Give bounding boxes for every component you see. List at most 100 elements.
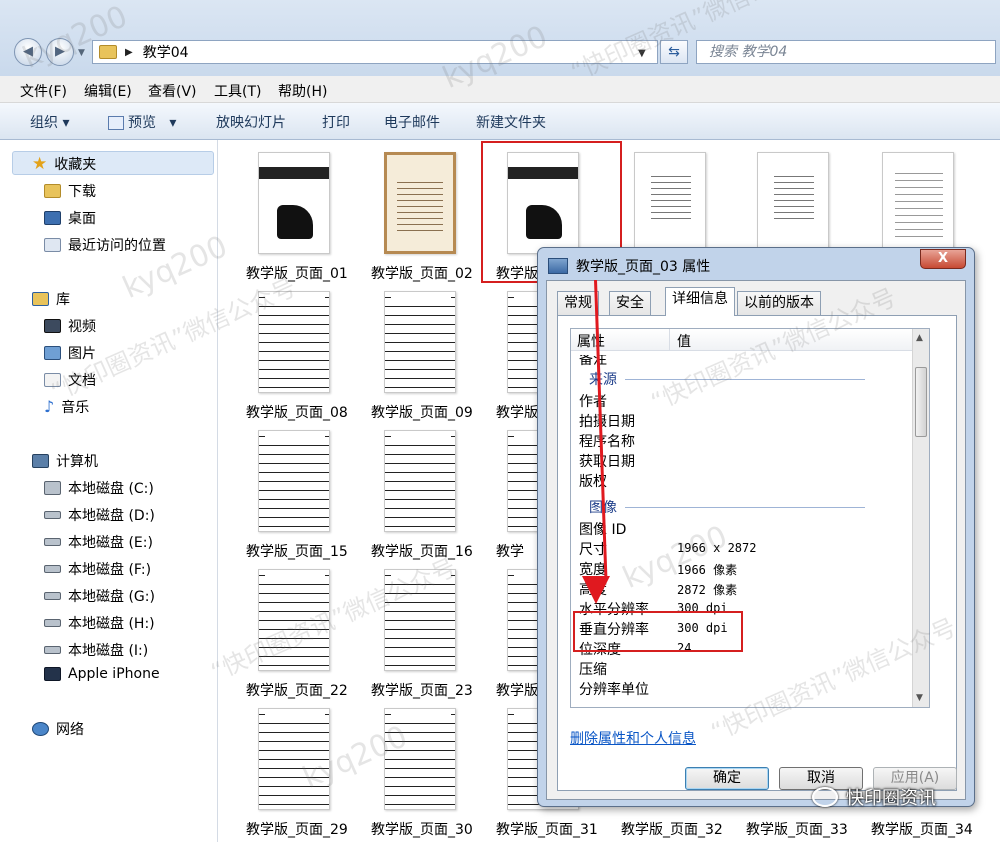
- file-name[interactable]: 教学版_页面_08: [246, 402, 348, 422]
- nav-computer[interactable]: 计算机: [32, 451, 98, 471]
- section-origin: 来源: [589, 369, 865, 389]
- pictures-icon: [44, 346, 61, 360]
- file-name[interactable]: 教学版_页面_02: [371, 263, 473, 283]
- nav-pictures[interactable]: 图片: [44, 343, 96, 363]
- file-name[interactable]: 教学版_页面_16: [371, 541, 473, 561]
- column-value[interactable]: 值: [677, 331, 691, 351]
- file-thumbnail[interactable]: [384, 430, 456, 532]
- scrollbar-thumb[interactable]: [915, 367, 927, 437]
- file-thumbnail[interactable]: [258, 569, 330, 671]
- file-thumbnail[interactable]: [757, 152, 829, 254]
- menu-edit[interactable]: 编辑(E): [84, 81, 132, 101]
- file-thumbnail[interactable]: [258, 430, 330, 532]
- dialog-title: 教学版_页面_03 属性: [576, 259, 711, 275]
- nav-music[interactable]: ♪ 音乐: [44, 397, 89, 417]
- search-input[interactable]: 搜索 教学04: [696, 40, 996, 64]
- file-name[interactable]: 教学版_页面_34: [871, 819, 973, 839]
- address-dropdown-icon[interactable]: ▼: [638, 48, 646, 59]
- nav-drive-f[interactable]: 本地磁盘 (F:): [44, 559, 151, 579]
- section-origin-label: 来源: [589, 372, 617, 388]
- property-row: 获取日期: [579, 454, 635, 470]
- file-name[interactable]: 教学版: [496, 402, 538, 422]
- nav-downloads[interactable]: 下载: [44, 181, 96, 201]
- tab-security[interactable]: 安全: [609, 291, 651, 315]
- chevron-right-icon[interactable]: ▶: [125, 47, 133, 58]
- address-path: 教学04: [142, 45, 189, 61]
- nav-drive-e[interactable]: 本地磁盘 (E:): [44, 532, 153, 552]
- nav-recent[interactable]: 最近访问的位置: [44, 235, 166, 255]
- dialog-title-bar: 教学版_页面_03 属性: [548, 256, 710, 276]
- file-name[interactable]: 教学版: [496, 680, 538, 700]
- tab-details[interactable]: 详细信息: [665, 287, 735, 316]
- file-name[interactable]: 教学版_页面_30: [371, 819, 473, 839]
- recent-places-icon: [44, 238, 61, 252]
- remove-properties-link[interactable]: 删除属性和个人信息: [570, 728, 696, 748]
- scroll-up-icon[interactable]: ▲: [916, 333, 923, 343]
- drive-icon: [44, 565, 61, 573]
- nav-drive-c[interactable]: 本地磁盘 (C:): [44, 478, 154, 498]
- refresh-button[interactable]: ⇆: [660, 40, 688, 64]
- tab-previous-versions[interactable]: 以前的版本: [737, 291, 821, 315]
- nav-music-label: 音乐: [61, 400, 90, 416]
- file-thumbnail[interactable]: [258, 291, 330, 393]
- wechat-icon: [812, 787, 838, 807]
- column-property[interactable]: 属性: [577, 331, 605, 351]
- nav-network[interactable]: 网络: [32, 719, 84, 739]
- file-name[interactable]: 教学版_页面_31: [496, 819, 598, 839]
- nav-drive-g[interactable]: 本地磁盘 (G:): [44, 586, 155, 606]
- file-name[interactable]: 教学版_页面_01: [246, 263, 348, 283]
- file-thumbnail[interactable]: [384, 152, 456, 254]
- file-name[interactable]: 教学版_页面_33: [746, 819, 848, 839]
- menu-view[interactable]: 查看(V): [148, 81, 197, 101]
- preview-button[interactable]: 预览 ▾: [108, 112, 176, 132]
- file-thumbnail[interactable]: [882, 152, 954, 254]
- nav-drive-h[interactable]: 本地磁盘 (H:): [44, 613, 155, 633]
- drive-label: 本地磁盘 (D:): [68, 508, 155, 524]
- nav-iphone-label: Apple iPhone: [68, 666, 160, 682]
- nav-desktop[interactable]: 桌面: [44, 208, 96, 228]
- address-field[interactable]: ▶ 教学04: [92, 40, 658, 64]
- property-row: 作者: [579, 394, 607, 410]
- email-button[interactable]: 电子邮件: [384, 112, 440, 132]
- close-button[interactable]: X: [920, 249, 966, 269]
- slideshow-button[interactable]: 放映幻灯片: [216, 112, 286, 132]
- file-name[interactable]: 教学: [496, 541, 524, 561]
- forward-button[interactable]: ▶: [46, 38, 74, 66]
- menu-file[interactable]: 文件(F): [20, 81, 67, 101]
- back-button[interactable]: ◀: [14, 38, 42, 66]
- property-row: 备注: [579, 352, 607, 368]
- file-name[interactable]: 教学版_页面_29: [246, 819, 348, 839]
- menu-tools[interactable]: 工具(T): [214, 81, 261, 101]
- print-button[interactable]: 打印: [322, 112, 350, 132]
- nav-iphone[interactable]: Apple iPhone: [44, 666, 160, 682]
- nav-drive-i[interactable]: 本地磁盘 (I:): [44, 640, 148, 660]
- file-thumbnail[interactable]: [384, 569, 456, 671]
- drive-icon: [44, 511, 61, 519]
- new-folder-button[interactable]: 新建文件夹: [476, 112, 546, 132]
- file-name[interactable]: 教学版_页面_22: [246, 680, 348, 700]
- file-name[interactable]: 教学版_页面_23: [371, 680, 473, 700]
- file-thumbnail[interactable]: [634, 152, 706, 254]
- nav-favorites[interactable]: ★ 收藏夹: [32, 154, 96, 174]
- drive-label: 本地磁盘 (H:): [68, 616, 155, 632]
- file-thumbnail[interactable]: [258, 708, 330, 810]
- property-list-scrollbar[interactable]: ▲ ▼: [912, 329, 929, 707]
- nav-drive-d[interactable]: 本地磁盘 (D:): [44, 505, 155, 525]
- scroll-down-icon[interactable]: ▼: [916, 693, 923, 703]
- file-thumbnail[interactable]: [384, 708, 456, 810]
- file-name[interactable]: 教学版_页面_09: [371, 402, 473, 422]
- organize-button[interactable]: 组织 ▾: [30, 112, 69, 132]
- nav-video[interactable]: 视频: [44, 316, 96, 336]
- file-name[interactable]: 教学版_页面_15: [246, 541, 348, 561]
- file-thumbnail[interactable]: [384, 291, 456, 393]
- nav-library[interactable]: 库: [32, 289, 70, 309]
- nav-pictures-label: 图片: [68, 346, 96, 362]
- file-name[interactable]: 教学版_页面_32: [621, 819, 723, 839]
- ok-button[interactable]: 确定: [685, 767, 769, 790]
- menu-help[interactable]: 帮助(H): [278, 81, 327, 101]
- nav-documents[interactable]: 文档: [44, 370, 96, 390]
- file-thumbnail[interactable]: [258, 152, 330, 254]
- list-header: 属性 值: [571, 329, 929, 351]
- tab-general[interactable]: 常规: [557, 291, 599, 315]
- history-dropdown-icon[interactable]: ▼: [78, 48, 85, 58]
